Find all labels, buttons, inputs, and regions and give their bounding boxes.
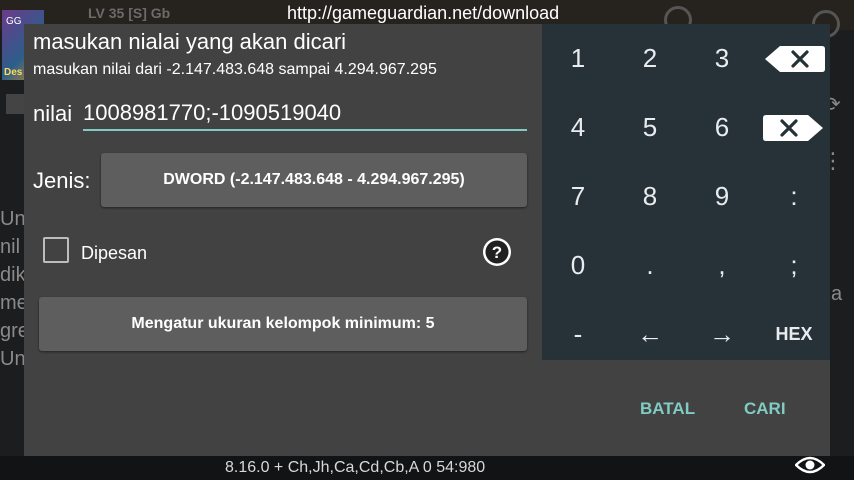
key-dot[interactable]: . — [614, 231, 686, 300]
search-value-input[interactable] — [83, 97, 527, 131]
help-icon[interactable]: ? — [481, 236, 513, 268]
search-button[interactable]: CARI — [738, 392, 792, 426]
svg-text:?: ? — [492, 243, 502, 262]
type-label: Jenis: — [33, 168, 91, 193]
eye-icon[interactable] — [795, 455, 825, 475]
ordered-checkbox-label[interactable]: Dipesan — [81, 243, 147, 264]
key-2[interactable]: 2 — [614, 24, 686, 93]
ordered-checkbox[interactable] — [43, 237, 69, 263]
key-3[interactable]: 3 — [686, 24, 758, 93]
key-4[interactable]: 4 — [542, 93, 614, 162]
search-value-dialog: masukan nialai yang akan dicari masukan … — [24, 24, 830, 456]
background-right-text: a — [831, 283, 843, 305]
backspace-button[interactable] — [758, 24, 830, 93]
backspace-icon — [765, 45, 825, 72]
background-side-text: Un nil dik me gre Un — [0, 208, 29, 370]
key-hex[interactable]: HEX — [758, 300, 830, 369]
dialog-subtitle: masukan nilai dari -2.147.483.648 sampai… — [33, 61, 437, 78]
numeric-keypad: 1 2 3 4 5 6 7 8 9 : 0 . , ; - ← → HEX — [542, 24, 830, 360]
group-size-button[interactable]: Mengatur ukuran kelompok minimum: 5 — [39, 297, 527, 351]
key-5[interactable]: 5 — [614, 93, 686, 162]
background-left-strip — [6, 94, 24, 114]
key-comma[interactable]: , — [686, 231, 758, 300]
key-1[interactable]: 1 — [542, 24, 614, 93]
key-semicolon[interactable]: ; — [758, 231, 830, 300]
value-type-selector[interactable]: DWORD (-2.147.483.648 - 4.294.967.295) — [101, 153, 527, 207]
key-8[interactable]: 8 — [614, 162, 686, 231]
key-minus[interactable]: - — [542, 300, 614, 369]
key-right-arrow[interactable]: → — [686, 300, 758, 369]
delete-icon — [763, 114, 823, 141]
key-6[interactable]: 6 — [686, 93, 758, 162]
cancel-button[interactable]: BATAL — [634, 392, 701, 426]
background-level-text: LV 35 [S] Gb — [88, 5, 171, 21]
key-7[interactable]: 7 — [542, 162, 614, 231]
key-colon[interactable]: : — [758, 162, 830, 231]
dialog-title: masukan nialai yang akan dicari — [33, 29, 347, 54]
key-0[interactable]: 0 — [542, 231, 614, 300]
key-9[interactable]: 9 — [686, 162, 758, 231]
download-url-banner: http://gameguardian.net/download — [287, 3, 560, 23]
background-status-line: 8.16.0 + Ch,Jh,Ca,Cd,Cb,A 0 54:980 — [225, 459, 486, 476]
key-left-arrow[interactable]: ← — [614, 300, 686, 369]
value-prefix-label: nilai — [33, 101, 73, 126]
delete-button[interactable] — [758, 93, 830, 162]
